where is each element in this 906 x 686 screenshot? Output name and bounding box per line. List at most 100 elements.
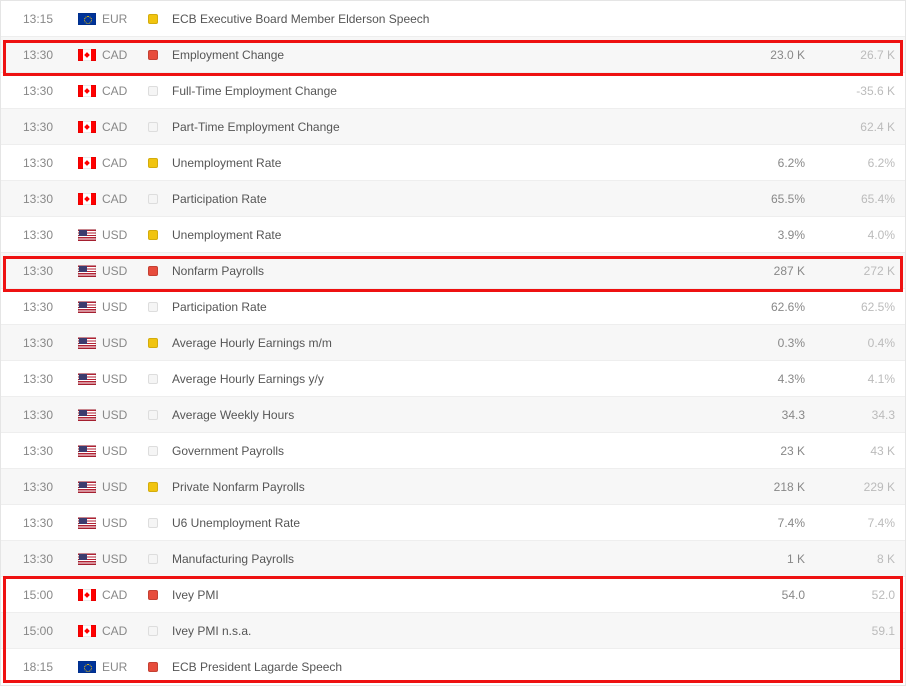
event-time: 13:30 (23, 552, 78, 566)
event-name[interactable]: Average Hourly Earnings y/y (168, 372, 720, 386)
impact-low-icon (148, 446, 158, 456)
us-flag-icon (78, 373, 96, 385)
event-name[interactable]: Full-Time Employment Change (168, 84, 720, 98)
impact-cell (148, 86, 168, 96)
currency-code: CAD (102, 588, 148, 602)
ca-flag-icon (78, 49, 96, 61)
calendar-row[interactable]: 13:30CADUnemployment Rate6.2%6.2% (1, 145, 905, 181)
calendar-row[interactable]: 15:00CADIvey PMI54.052.0 (1, 577, 905, 613)
forecast-value: 54.0 (720, 588, 805, 602)
event-name[interactable]: U6 Unemployment Rate (168, 516, 720, 530)
impact-cell (148, 14, 168, 24)
calendar-row[interactable]: 18:15EURECB President Lagarde Speech (1, 649, 905, 685)
event-name[interactable]: Participation Rate (168, 192, 720, 206)
event-time: 13:30 (23, 192, 78, 206)
event-name[interactable]: Nonfarm Payrolls (168, 264, 720, 278)
forecast-value: 3.9% (720, 228, 805, 242)
forecast-value: 7.4% (720, 516, 805, 530)
calendar-row[interactable]: 13:15 EUR ECB Executive Board Member Elder… (1, 1, 905, 37)
currency-code: USD (102, 300, 148, 314)
flag-cell (78, 13, 102, 25)
flag-cell (78, 157, 102, 169)
impact-low-icon (148, 374, 158, 384)
impact-cell (148, 266, 168, 276)
event-name[interactable]: Part-Time Employment Change (168, 120, 720, 134)
calendar-row[interactable]: 15:00CADIvey PMI n.s.a.59.1 (1, 613, 905, 649)
calendar-row[interactable]: 13:30USDParticipation Rate62.6%62.5% (1, 289, 905, 325)
event-time: 13:15 (23, 12, 78, 26)
calendar-row[interactable]: 13:30CADParticipation Rate65.5%65.4% (1, 181, 905, 217)
event-name[interactable]: Unemployment Rate (168, 228, 720, 242)
previous-value: 43 K (805, 444, 895, 458)
event-time: 13:30 (23, 264, 78, 278)
impact-med-icon (148, 14, 158, 24)
forecast-value: 1 K (720, 552, 805, 566)
event-name[interactable]: Manufacturing Payrolls (168, 552, 720, 566)
currency-code: EUR (102, 12, 148, 26)
impact-low-icon (148, 86, 158, 96)
impact-cell (148, 410, 168, 420)
flag-cell (78, 553, 102, 565)
flag-cell (78, 85, 102, 97)
event-name[interactable]: Average Weekly Hours (168, 408, 720, 422)
event-name[interactable]: ECB President Lagarde Speech (168, 660, 720, 674)
calendar-row[interactable]: 13:30CADFull-Time Employment Change-35.6… (1, 73, 905, 109)
impact-cell (148, 626, 168, 636)
calendar-row[interactable]: 13:30USDNonfarm Payrolls287 K272 K (1, 253, 905, 289)
flag-cell (78, 121, 102, 133)
previous-value: 62.4 K (805, 120, 895, 134)
currency-code: USD (102, 516, 148, 530)
forecast-value: 0.3% (720, 336, 805, 350)
impact-low-icon (148, 518, 158, 528)
calendar-row[interactable]: 13:30CADEmployment Change23.0 K26.7 K (1, 37, 905, 73)
calendar-row[interactable]: 13:30USDGovernment Payrolls23 K43 K (1, 433, 905, 469)
event-name[interactable]: ECB Executive Board Member Elderson Spee… (168, 12, 720, 26)
event-time: 18:15 (23, 660, 78, 674)
impact-low-icon (148, 410, 158, 420)
event-name[interactable]: Participation Rate (168, 300, 720, 314)
impact-cell (148, 230, 168, 240)
forecast-value: 6.2% (720, 156, 805, 170)
impact-high-icon (148, 590, 158, 600)
event-name[interactable]: Average Hourly Earnings m/m (168, 336, 720, 350)
event-name[interactable]: Employment Change (168, 48, 720, 62)
previous-value: 59.1 (805, 624, 895, 638)
previous-value: 26.7 K (805, 48, 895, 62)
flag-cell (78, 229, 102, 241)
event-name[interactable]: Ivey PMI (168, 588, 720, 602)
event-time: 13:30 (23, 372, 78, 386)
impact-low-icon (148, 122, 158, 132)
calendar-row[interactable]: 13:30USDAverage Hourly Earnings y/y4.3%4… (1, 361, 905, 397)
calendar-row[interactable]: 13:30USDPrivate Nonfarm Payrolls218 K229… (1, 469, 905, 505)
event-name[interactable]: Private Nonfarm Payrolls (168, 480, 720, 494)
event-time: 13:30 (23, 120, 78, 134)
calendar-row[interactable]: 13:30CADPart-Time Employment Change62.4 … (1, 109, 905, 145)
impact-cell (148, 482, 168, 492)
event-time: 13:30 (23, 408, 78, 422)
us-flag-icon (78, 301, 96, 313)
event-name[interactable]: Government Payrolls (168, 444, 720, 458)
calendar-row[interactable]: 13:30USDUnemployment Rate3.9%4.0% (1, 217, 905, 253)
eu-flag-icon (78, 13, 96, 25)
flag-cell (78, 265, 102, 277)
calendar-row[interactable]: 13:30USDU6 Unemployment Rate7.4%7.4% (1, 505, 905, 541)
impact-high-icon (148, 266, 158, 276)
calendar-row[interactable]: 13:30USDAverage Hourly Earnings m/m0.3%0… (1, 325, 905, 361)
calendar-row[interactable]: 13:30USDAverage Weekly Hours34.334.3 (1, 397, 905, 433)
event-time: 15:00 (23, 624, 78, 638)
calendar-row[interactable]: 13:30USDManufacturing Payrolls1 K8 K (1, 541, 905, 577)
previous-value: 4.0% (805, 228, 895, 242)
event-time: 13:30 (23, 228, 78, 242)
forecast-value: 62.6% (720, 300, 805, 314)
impact-cell (148, 122, 168, 132)
impact-cell (148, 50, 168, 60)
us-flag-icon (78, 337, 96, 349)
event-name[interactable]: Unemployment Rate (168, 156, 720, 170)
event-time: 13:30 (23, 516, 78, 530)
ca-flag-icon (78, 589, 96, 601)
flag-cell (78, 373, 102, 385)
currency-code: USD (102, 372, 148, 386)
forecast-value: 287 K (720, 264, 805, 278)
event-name[interactable]: Ivey PMI n.s.a. (168, 624, 720, 638)
flag-cell (78, 445, 102, 457)
